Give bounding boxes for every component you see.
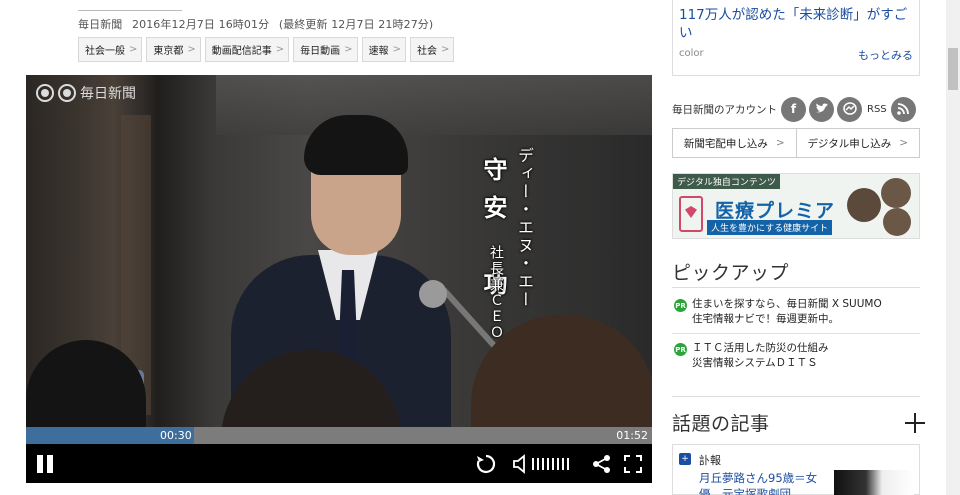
volume-icon[interactable] xyxy=(510,452,530,476)
tag-label: 社会一般 xyxy=(85,46,125,57)
tag-link[interactable]: 毎日動画 > xyxy=(293,37,358,62)
fullscreen-icon[interactable] xyxy=(622,452,644,476)
mainichi-logo-icon xyxy=(36,84,54,102)
chevron-right-icon: > xyxy=(275,44,285,55)
divider xyxy=(672,333,920,334)
subscribe-buttons: 新聞宅配申し込み > デジタル申し込み > xyxy=(672,128,920,158)
scene-microphone xyxy=(419,280,447,308)
current-time: 00:30 xyxy=(160,429,192,442)
tag-link[interactable]: 速報 > xyxy=(361,37,406,62)
watermark-text: 毎日新聞 xyxy=(80,86,136,102)
tag-label: 社会 xyxy=(416,46,437,57)
newspaper-subscribe-button[interactable]: 新聞宅配申し込み > xyxy=(673,129,797,157)
topic-category: 訃報 xyxy=(699,454,721,467)
pickup-heading: ピックアップ xyxy=(672,262,790,284)
tag-link[interactable]: 社会一般 > xyxy=(78,37,143,62)
messenger-icon[interactable] xyxy=(837,96,862,122)
pickup-item[interactable]: PR 住まいを探すなら、毎日新聞 X SUUMO 住宅情報ナビで！毎週更新中。 xyxy=(674,297,924,327)
divider xyxy=(672,287,920,288)
facebook-icon[interactable]: f xyxy=(781,96,806,122)
caption-company: ディー・エヌ・エー xyxy=(515,147,534,309)
chevron-right-icon: > xyxy=(392,44,401,55)
player-controls xyxy=(26,444,652,483)
volume-level-slider[interactable] xyxy=(532,456,569,472)
pickup-item[interactable]: PR ＩＴＣ活用した防災の仕組み 災害情報システムＤＩＴＳ xyxy=(674,341,924,371)
scene-wall xyxy=(216,75,652,135)
seek-bar[interactable]: 00:30 01:52 xyxy=(26,427,652,444)
meta-updated: (最終更新 12月7日 21時27分) xyxy=(278,18,434,31)
scrollbar-thumb[interactable] xyxy=(948,48,958,90)
subscribe-label: デジタル申し込み xyxy=(807,137,892,150)
tag-label: 毎日動画 xyxy=(300,46,341,57)
chevron-right-icon: > xyxy=(440,44,450,55)
mainichi-logo-icon xyxy=(58,84,76,102)
pickup-line: 災害情報システムＤＩＴＳ xyxy=(692,357,818,369)
header-divider xyxy=(78,10,182,11)
social-accounts: 毎日新聞のアカウント f RSS xyxy=(672,96,922,122)
article-meta: 毎日新聞 2016年12月7日 16時01分 (最終更新 12月7日 21時27… xyxy=(78,16,439,32)
pickup-line: 住宅情報ナビで！毎週更新中。 xyxy=(692,313,839,325)
tag-link[interactable]: 東京都 > xyxy=(146,37,201,62)
banner-caption: デジタル独自コンテンツ xyxy=(673,174,780,189)
pr-badge-icon: PR xyxy=(674,343,687,356)
share-icon[interactable] xyxy=(591,452,613,476)
health-illustration-icon xyxy=(845,178,915,236)
caption-title: 社長兼ＣＥＯ xyxy=(488,245,504,341)
chevron-right-icon: > xyxy=(899,137,909,149)
pr-badge-icon: PR xyxy=(674,299,687,312)
iryo-premier-banner[interactable]: デジタル独自コンテンツ 医療プレミア 人生を豊かにする健康サイト xyxy=(672,173,920,239)
tag-link[interactable]: 動画配信記事 > xyxy=(204,37,290,62)
rss-icon[interactable] xyxy=(890,96,916,122)
rss-label: RSS xyxy=(867,103,887,115)
tag-label: 動画配信記事 xyxy=(211,46,272,57)
twitter-icon[interactable] xyxy=(809,96,834,122)
pickup-line: 住まいを探すなら、毎日新聞 X SUUMO xyxy=(692,298,882,310)
pickup-line: ＩＴＣ活用した防災の仕組み xyxy=(692,342,829,354)
video-watermark: 毎日新聞 xyxy=(36,83,136,103)
chevron-right-icon: > xyxy=(129,44,138,55)
news-category-icon: + xyxy=(679,453,691,465)
tag-link[interactable]: 社会 > xyxy=(409,37,455,62)
promo-card[interactable]: 117万人が認めた「未来診断」がすごい color もっとみる xyxy=(672,0,920,76)
chevron-right-icon: > xyxy=(344,44,353,55)
topics-heading: 話題の記事 xyxy=(672,413,770,435)
tag-list: 社会一般 > 東京都 > 動画配信記事 > 毎日動画 > 速報 > 社会 > xyxy=(78,37,455,62)
chevron-right-icon: > xyxy=(187,44,196,55)
replay-icon[interactable] xyxy=(474,452,498,476)
topic-title[interactable]: 月丘夢路さん95歳＝女優、元宝塚歌劇団 xyxy=(699,470,839,495)
chevron-right-icon: > xyxy=(775,137,785,149)
promo-more-link[interactable]: もっとみる xyxy=(858,47,913,63)
topic-thumbnail[interactable] xyxy=(834,470,914,495)
digital-subscribe-button[interactable]: デジタル申し込み > xyxy=(797,129,920,157)
topic-article-card[interactable]: + 訃報 月丘夢路さん95歳＝女優、元宝塚歌劇団 xyxy=(672,444,920,495)
tag-label: 東京都 xyxy=(153,46,184,57)
meta-source: 毎日新聞 xyxy=(78,18,123,31)
total-time: 01:52 xyxy=(616,429,648,442)
expand-plus-icon[interactable] xyxy=(903,411,927,435)
meta-date: 2016年12月7日 16時01分 xyxy=(132,18,270,31)
subscribe-label: 新聞宅配申し込み xyxy=(683,137,768,150)
promo-title[interactable]: 117万人が認めた「未来診断」がすごい xyxy=(679,6,913,42)
accounts-label: 毎日新聞のアカウント xyxy=(672,103,777,116)
banner-title: 医療プレミア xyxy=(715,200,836,222)
pause-icon[interactable] xyxy=(34,454,56,474)
page-scrollbar[interactable] xyxy=(946,0,960,495)
banner-subtitle: 人生を豊かにする健康サイト xyxy=(707,220,833,235)
video-frame[interactable]: 毎日新聞 ディー・エヌ・エー 守安 功 社長兼ＣＥＯ xyxy=(26,75,652,427)
medical-card-icon xyxy=(679,196,703,232)
video-player[interactable]: 毎日新聞 ディー・エヌ・エー 守安 功 社長兼ＣＥＯ 00:30 01:52 xyxy=(26,75,652,483)
tag-label: 速報 xyxy=(368,46,389,57)
